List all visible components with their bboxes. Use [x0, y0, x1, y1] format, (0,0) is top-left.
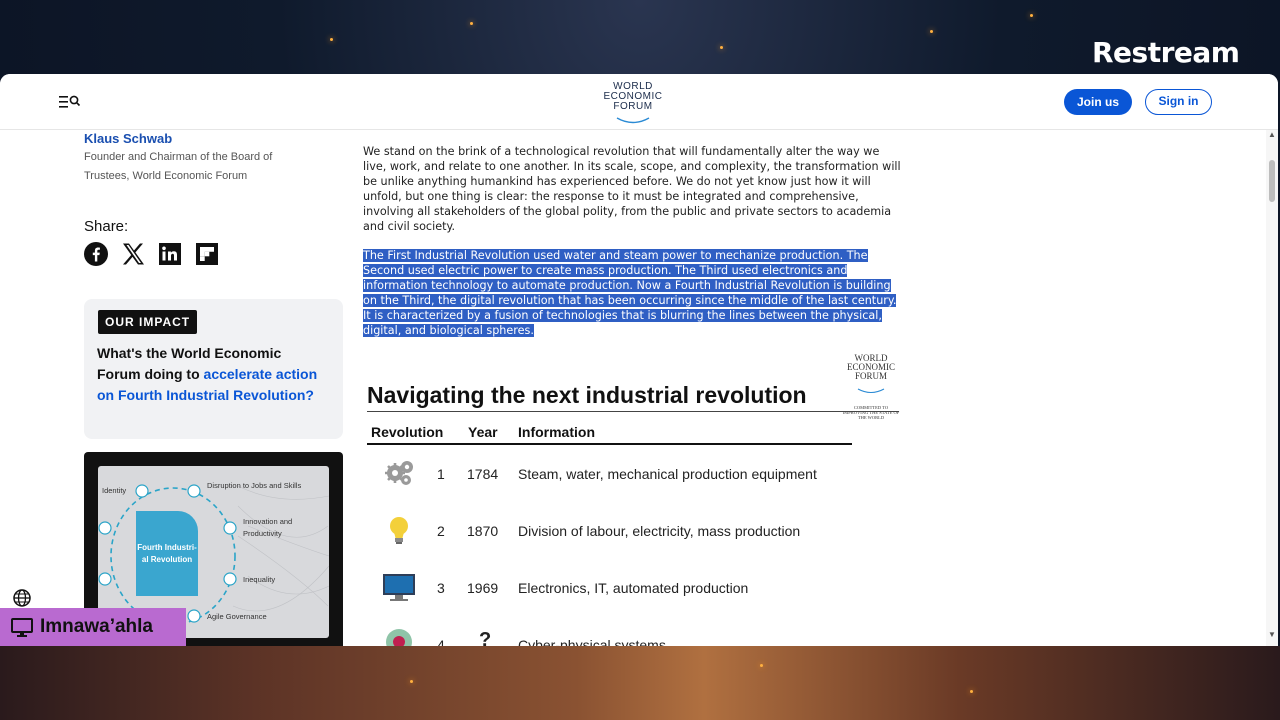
menu-search-icon[interactable] [58, 92, 82, 112]
author-role: Founder and Chairman of the Board of Tru… [84, 148, 314, 186]
linkedin-icon[interactable] [158, 242, 182, 266]
column-header: Year [468, 424, 498, 440]
page-scrollbar[interactable]: ▲ ▼ [1266, 130, 1278, 646]
table-wef-logo: WORLD ECONOMIC FORUM COMMITTED TO IMPROV… [842, 354, 900, 421]
flipboard-icon[interactable] [195, 242, 219, 266]
revolution-number: 2 [437, 523, 445, 539]
author-name[interactable]: Klaus Schwab [84, 131, 172, 146]
monitor-icon [381, 570, 417, 604]
background-sparkle [720, 46, 723, 49]
revolution-info: Electronics, IT, automated production [518, 580, 749, 596]
impact-card[interactable]: OUR IMPACT What's the World Economic For… [84, 299, 343, 439]
article-paragraph: We stand on the brink of a technological… [363, 145, 901, 233]
restream-logo: Restream [1092, 36, 1240, 69]
table-row: 2 1870 Division of labour, electricity, … [367, 511, 867, 551]
lightbulb-icon [381, 513, 417, 547]
revolution-info: Steam, water, mechanical production equi… [518, 466, 817, 482]
share-label: Share: [84, 218, 129, 235]
participant-name-tag: Imnawa’ahla [0, 608, 186, 646]
author-role-line: Founder and Chairman of the Board of [84, 151, 273, 163]
table-row: 3 1969 Electronics, IT, automated produc… [367, 568, 867, 608]
background-sparkle [1030, 14, 1033, 17]
x-icon[interactable] [121, 242, 145, 266]
impact-text: What's the World Economic Forum doing to… [97, 343, 327, 406]
revolution-number: 4 [437, 637, 445, 646]
divider [367, 411, 899, 412]
screen-share-icon [11, 618, 33, 637]
globe-icon [13, 589, 31, 607]
share-icons [84, 242, 219, 266]
background-sparkle [330, 38, 333, 41]
diagram-center-label: Fourth Industri-al Revolution [137, 543, 197, 564]
join-us-button[interactable]: Join us [1064, 89, 1132, 115]
revolution-year: 1784 [467, 466, 499, 482]
revolution-info: Cyber-physical systems [518, 637, 666, 646]
background-sparkle [760, 664, 763, 667]
gears-icon [381, 456, 417, 490]
selected-text: The First Industrial Revolution used wat… [363, 249, 897, 337]
column-header: Information [518, 424, 595, 440]
participant-name: Imnawa’ahla [40, 616, 153, 637]
logo-line: FORUM [854, 371, 887, 381]
logo-line: FORUM [613, 101, 653, 112]
table-row: 4 ? Cyber-physical systems [367, 625, 867, 646]
impact-badge: OUR IMPACT [98, 310, 198, 334]
background-sparkle [470, 22, 473, 25]
facebook-icon[interactable] [84, 242, 108, 266]
author-role-bold: Trustees, [84, 170, 130, 182]
diagram-label: Identity [102, 486, 127, 495]
article-paragraph-selected: The First Industrial Revolution used wat… [363, 248, 903, 338]
logo-arc-icon [616, 117, 650, 124]
revolution-year: 1969 [467, 580, 499, 596]
diagram-label: Inequality [243, 575, 276, 584]
diagram-label: Agile Governance [207, 612, 267, 621]
browser-page: WORLD ECONOMIC FORUM Join us Sign in ▲ ▼… [0, 74, 1278, 646]
scroll-down-icon[interactable]: ▼ [1268, 630, 1276, 639]
scroll-thumb[interactable] [1269, 160, 1275, 202]
revolution-year: ? [479, 629, 492, 646]
revolution-number: 3 [437, 580, 445, 596]
robot-icon [381, 627, 417, 646]
background-sparkle [970, 690, 973, 693]
divider [367, 443, 852, 445]
diagram-label: Innovation and Productivity [243, 517, 293, 538]
revolution-year: 1870 [467, 523, 499, 539]
site-header: WORLD ECONOMIC FORUM Join us Sign in [0, 74, 1278, 130]
stream-background-bottom [0, 646, 1280, 720]
logo-tagline: COMMITTED TO IMPROVING THE STATE OF THE … [842, 405, 900, 420]
wef-logo[interactable]: WORLD ECONOMIC FORUM [590, 82, 676, 124]
author-org: World Economic Forum [129, 170, 248, 182]
scroll-up-icon[interactable]: ▲ [1268, 130, 1276, 139]
logo-arc-icon [857, 388, 885, 394]
diagram-label: Disruption to Jobs and Skills [207, 481, 302, 490]
revolution-number: 1 [437, 466, 445, 482]
sign-in-button[interactable]: Sign in [1145, 89, 1212, 115]
background-sparkle [410, 680, 413, 683]
table-row: 1 1784 Steam, water, mechanical producti… [367, 454, 867, 494]
background-sparkle [930, 30, 933, 33]
column-header: Revolution [371, 424, 444, 440]
table-title: Navigating the next industrial revolutio… [367, 382, 807, 408]
revolution-info: Division of labour, electricity, mass pr… [518, 523, 801, 539]
